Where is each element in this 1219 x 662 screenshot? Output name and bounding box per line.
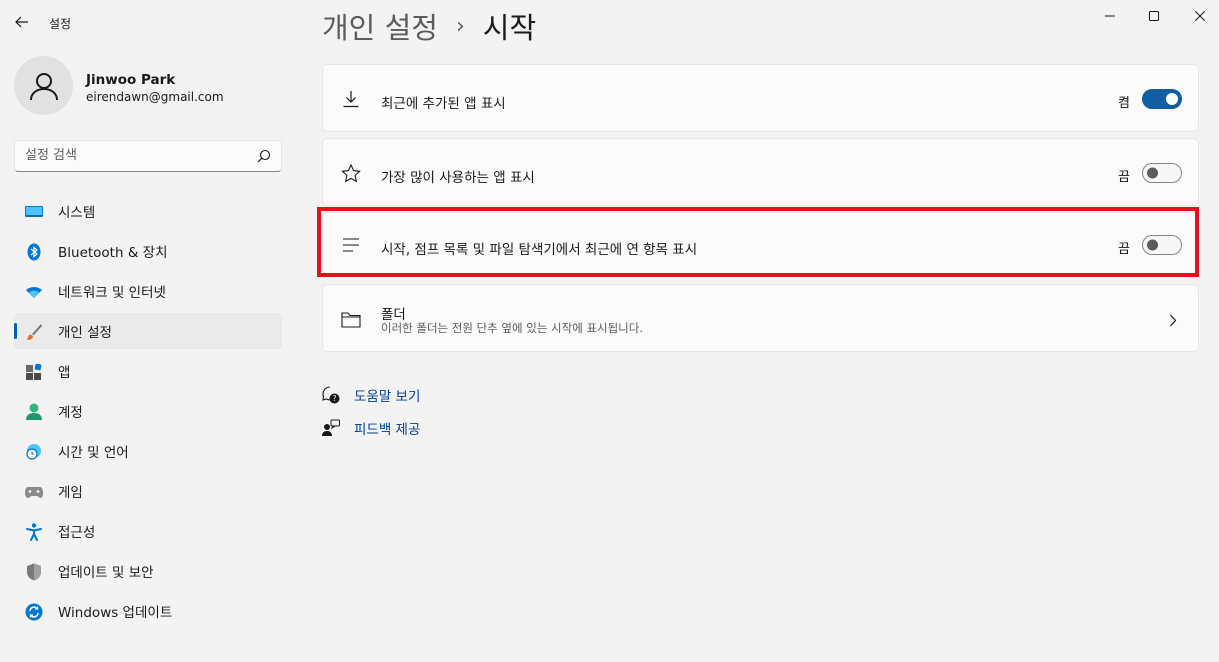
shield-icon [25,563,43,581]
breadcrumb: 개인 설정 › 시작 [322,6,536,46]
help-link[interactable]: ? 도움말 보기 [322,384,420,406]
sidebar-item-network[interactable]: 네트워크 및 인터넷 [14,273,282,309]
search-icon[interactable] [257,149,271,163]
sidebar-item-windows-update[interactable]: Windows 업데이트 [14,593,282,629]
sidebar-item-accessibility[interactable]: 접근성 [14,513,282,549]
highlight-annotation [317,207,1199,277]
feedback-icon [322,419,340,437]
sidebar-item-label: 네트워크 및 인터넷 [58,285,166,301]
feedback-link-label[interactable]: 피드백 제공 [354,418,420,438]
folder-icon [340,308,362,330]
breadcrumb-parent[interactable]: 개인 설정 [322,5,438,47]
sidebar-item-time-language[interactable]: 시간 및 언어 [14,433,282,469]
svg-text:?: ? [333,394,337,403]
sidebar-item-bluetooth[interactable]: Bluetooth & 장치 [14,233,282,269]
search-box[interactable] [14,140,282,172]
sidebar-item-label: 접근성 [58,525,96,541]
minimize-button[interactable] [1090,4,1130,28]
sidebar-item-gaming[interactable]: 게임 [14,473,282,509]
page-title: 시작 [482,11,537,45]
app-title: 설정 [49,17,72,31]
maximize-icon [1149,11,1159,21]
download-icon [340,88,362,110]
person-icon [25,403,43,421]
minimize-icon [1105,15,1115,17]
setting-label: 가장 많이 사용하는 앱 표시 [381,170,535,186]
sidebar-item-system[interactable]: 시스템 [14,193,282,229]
toggle-state-label: 끔 [1118,170,1130,185]
toggle-state-label: 켬 [1118,96,1130,111]
feedback-link[interactable]: 피드백 제공 [322,417,420,439]
sidebar-item-label: 게임 [58,485,83,501]
toggle-knob [1166,93,1178,105]
system-icon [25,203,43,221]
sidebar-item-label: 계정 [58,405,83,421]
wifi-icon [25,283,43,301]
setting-label: 최근에 추가된 앱 표시 [381,96,506,112]
avatar [14,56,73,115]
most-used-toggle[interactable] [1142,163,1182,183]
sidebar-item-label: 개인 설정 [58,325,112,341]
globe-clock-icon [25,443,43,461]
toggle-knob [1147,167,1158,179]
sidebar-item-accounts[interactable]: 계정 [14,393,282,429]
sidebar-item-label: 시간 및 언어 [58,445,129,461]
sidebar-item-update-security[interactable]: 업데이트 및 보안 [14,553,282,589]
setting-folders[interactable]: 폴더 이러한 폴더는 전원 단추 옆에 있는 시작에 표시됩니다. [322,284,1199,352]
setting-description: 이러한 폴더는 전원 단추 옆에 있는 시작에 표시됩니다. [381,321,644,335]
user-name: Jinwoo Park [86,72,176,88]
sidebar-item-label: 앱 [58,365,71,381]
sidebar-item-label: 업데이트 및 보안 [58,565,154,581]
update-icon [25,603,43,621]
help-icon: ? [322,386,340,404]
sidebar-item-personalization[interactable]: 개인 설정 [14,313,282,349]
apps-icon [25,363,43,381]
setting-most-used[interactable]: 가장 많이 사용하는 앱 표시 끔 [322,138,1199,206]
back-arrow-icon [15,16,28,28]
recent-apps-toggle[interactable] [1142,89,1182,109]
user-email: eirendawn@gmail.com [86,90,224,104]
user-icon [29,72,58,100]
help-link-label[interactable]: 도움말 보기 [354,385,420,405]
sidebar-item-label: Windows 업데이트 [58,605,173,621]
sidebar-item-apps[interactable]: 앱 [14,353,282,389]
close-button[interactable] [1180,4,1219,28]
chevron-right-icon [1169,312,1177,331]
user-profile[interactable]: Jinwoo Park eirendawn@gmail.com [14,56,284,116]
bluetooth-icon [25,243,43,261]
star-icon [340,162,362,184]
close-icon [1195,11,1205,21]
sidebar-item-label: 시스템 [58,205,96,221]
search-input[interactable] [25,148,245,163]
sidebar-nav: 시스템 Bluetooth & 장치 네트워크 및 인터넷 개인 설정 앱 계정 [14,193,282,633]
breadcrumb-separator: › [455,13,465,39]
maximize-button[interactable] [1134,4,1174,28]
brush-icon [25,323,43,341]
back-button[interactable] [12,12,32,32]
sidebar-item-label: Bluetooth & 장치 [58,245,168,261]
setting-recent-apps[interactable]: 최근에 추가된 앱 표시 켬 [322,64,1199,132]
gamepad-icon [25,483,43,501]
accessibility-icon [25,523,43,541]
